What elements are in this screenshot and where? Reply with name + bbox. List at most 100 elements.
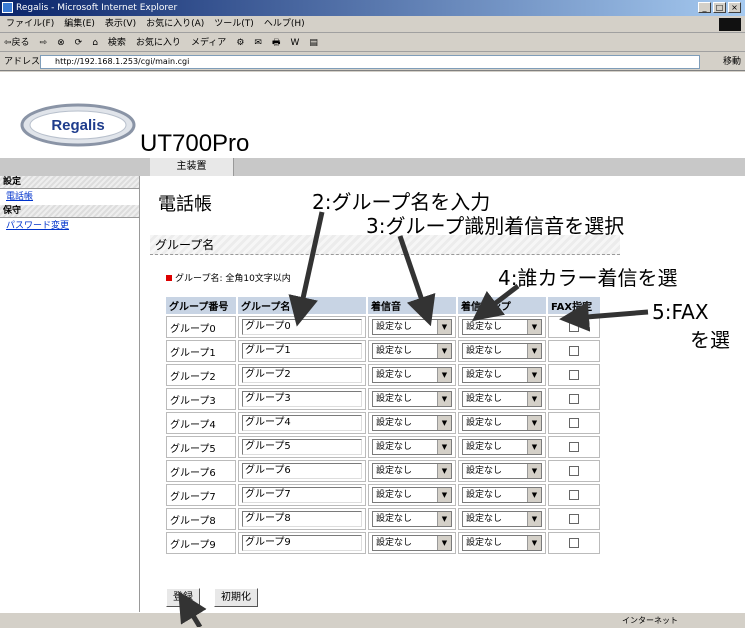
group-name-input[interactable]: グループ5	[242, 439, 362, 455]
search-button[interactable]: 検索	[108, 34, 126, 51]
lamp-select[interactable]: 設定なし ▼	[462, 319, 542, 335]
ringtone-select[interactable]: 設定なし ▼	[372, 343, 452, 359]
lamp-cell: 設定なし ▼	[458, 412, 546, 434]
group-name-input[interactable]: グループ8	[242, 511, 362, 527]
print-button[interactable]: 🖶	[272, 34, 281, 51]
chevron-down-icon[interactable]: ▼	[437, 416, 451, 430]
lamp-select[interactable]: 設定なし ▼	[462, 535, 542, 551]
refresh-button[interactable]: ⟳	[75, 34, 83, 51]
menu-view[interactable]: 表示(V)	[105, 16, 136, 32]
chevron-down-icon[interactable]: ▼	[527, 536, 541, 550]
home-button[interactable]: ⌂	[92, 34, 98, 51]
chevron-down-icon[interactable]: ▼	[437, 344, 451, 358]
chevron-down-icon[interactable]: ▼	[437, 440, 451, 454]
fax-checkbox[interactable]	[569, 394, 579, 404]
sidebar-link-phonebook[interactable]: 電話帳	[0, 189, 139, 205]
lamp-select[interactable]: 設定なし ▼	[462, 415, 542, 431]
chevron-down-icon[interactable]: ▼	[527, 392, 541, 406]
lamp-select[interactable]: 設定なし ▼	[462, 463, 542, 479]
lamp-select[interactable]: 設定なし ▼	[462, 367, 542, 383]
lamp-cell: 設定なし ▼	[458, 460, 546, 482]
sidebar-link-password[interactable]: パスワード変更	[0, 218, 139, 234]
group-name-input[interactable]: グループ9	[242, 535, 362, 551]
ringtone-value: 設定なし	[376, 466, 413, 476]
fax-checkbox[interactable]	[569, 514, 579, 524]
chevron-down-icon[interactable]: ▼	[437, 512, 451, 526]
fax-checkbox[interactable]	[569, 538, 579, 548]
ringtone-select[interactable]: 設定なし ▼	[372, 439, 452, 455]
group-name-input[interactable]: グループ4	[242, 415, 362, 431]
chevron-down-icon[interactable]: ▼	[437, 368, 451, 382]
menu-help[interactable]: ヘルプ(H)	[264, 16, 305, 32]
group-name-input[interactable]: グループ6	[242, 463, 362, 479]
browser-window: Regalis - Microsoft Internet Explorer _ …	[0, 0, 745, 627]
forward-button[interactable]: ⇨	[40, 34, 48, 51]
group-name-input[interactable]: グループ1	[242, 343, 362, 359]
fax-checkbox[interactable]	[569, 466, 579, 476]
fax-checkbox[interactable]	[569, 418, 579, 428]
chevron-down-icon[interactable]: ▼	[437, 320, 451, 334]
group-name-input[interactable]: グループ0	[242, 319, 362, 335]
table-row: グループ0 グループ0 設定なし ▼ 設定なし ▼	[166, 316, 600, 338]
menu-file[interactable]: ファイル(F)	[6, 16, 54, 32]
chevron-down-icon[interactable]: ▼	[437, 464, 451, 478]
media-button[interactable]: メディア	[191, 34, 226, 51]
menu-edit[interactable]: 編集(E)	[64, 16, 95, 32]
chevron-down-icon[interactable]: ▼	[437, 488, 451, 502]
history-button[interactable]: ⚙	[236, 34, 244, 51]
chevron-down-icon[interactable]: ▼	[437, 536, 451, 550]
ringtone-select[interactable]: 設定なし ▼	[372, 319, 452, 335]
chevron-down-icon[interactable]: ▼	[527, 512, 541, 526]
lamp-select[interactable]: 設定なし ▼	[462, 439, 542, 455]
minimize-button[interactable]: _	[698, 2, 711, 13]
ringtone-select[interactable]: 設定なし ▼	[372, 487, 452, 503]
group-number-cell: グループ1	[166, 340, 236, 362]
favorites-button[interactable]: お気に入り	[136, 34, 181, 51]
status-bar: インターネット	[0, 612, 745, 627]
ringtone-select[interactable]: 設定なし ▼	[372, 463, 452, 479]
menu-favorites[interactable]: お気に入り(A)	[146, 16, 204, 32]
register-button[interactable]: 登録	[166, 588, 200, 607]
chevron-down-icon[interactable]: ▼	[527, 488, 541, 502]
address-input[interactable]: http://192.168.1.253/cgi/main.cgi	[40, 55, 700, 69]
chevron-down-icon[interactable]: ▼	[527, 416, 541, 430]
lamp-select[interactable]: 設定なし ▼	[462, 343, 542, 359]
table-row: グループ4 グループ4 設定なし ▼ 設定なし ▼	[166, 412, 600, 434]
discuss-button[interactable]: ▤	[309, 34, 318, 51]
edit-button[interactable]: W	[290, 34, 299, 51]
group-name-input[interactable]: グループ3	[242, 391, 362, 407]
maximize-button[interactable]: □	[713, 2, 726, 13]
chevron-down-icon[interactable]: ▼	[527, 320, 541, 334]
chevron-down-icon[interactable]: ▼	[527, 464, 541, 478]
group-number-cell: グループ6	[166, 460, 236, 482]
ringtone-select[interactable]: 設定なし ▼	[372, 391, 452, 407]
group-name-input[interactable]: グループ2	[242, 367, 362, 383]
ringtone-select[interactable]: 設定なし ▼	[372, 511, 452, 527]
ringtone-select[interactable]: 設定なし ▼	[372, 367, 452, 383]
tab-main-unit[interactable]: 主装置	[150, 158, 234, 176]
stop-button[interactable]: ⊗	[57, 34, 65, 51]
fax-checkbox[interactable]	[569, 370, 579, 380]
group-name-input[interactable]: グループ7	[242, 487, 362, 503]
chevron-down-icon[interactable]: ▼	[527, 368, 541, 382]
go-button[interactable]: 移動	[723, 53, 741, 71]
lamp-select[interactable]: 設定なし ▼	[462, 487, 542, 503]
lamp-select[interactable]: 設定なし ▼	[462, 511, 542, 527]
lamp-select[interactable]: 設定なし ▼	[462, 391, 542, 407]
close-button[interactable]: ×	[728, 2, 741, 13]
chevron-down-icon[interactable]: ▼	[437, 392, 451, 406]
back-button[interactable]: ⇦戻る	[4, 34, 30, 51]
reset-button[interactable]: 初期化	[214, 588, 258, 607]
fax-checkbox[interactable]	[569, 322, 579, 332]
ringtone-select[interactable]: 設定なし ▼	[372, 535, 452, 551]
mail-button[interactable]: ✉	[254, 34, 262, 51]
chevron-down-icon[interactable]: ▼	[527, 440, 541, 454]
menu-tools[interactable]: ツール(T)	[214, 16, 254, 32]
title-bar: Regalis - Microsoft Internet Explorer _ …	[0, 0, 745, 16]
ringtone-cell: 設定なし ▼	[368, 460, 456, 482]
fax-checkbox[interactable]	[569, 346, 579, 356]
fax-checkbox[interactable]	[569, 490, 579, 500]
chevron-down-icon[interactable]: ▼	[527, 344, 541, 358]
fax-checkbox[interactable]	[569, 442, 579, 452]
ringtone-select[interactable]: 設定なし ▼	[372, 415, 452, 431]
